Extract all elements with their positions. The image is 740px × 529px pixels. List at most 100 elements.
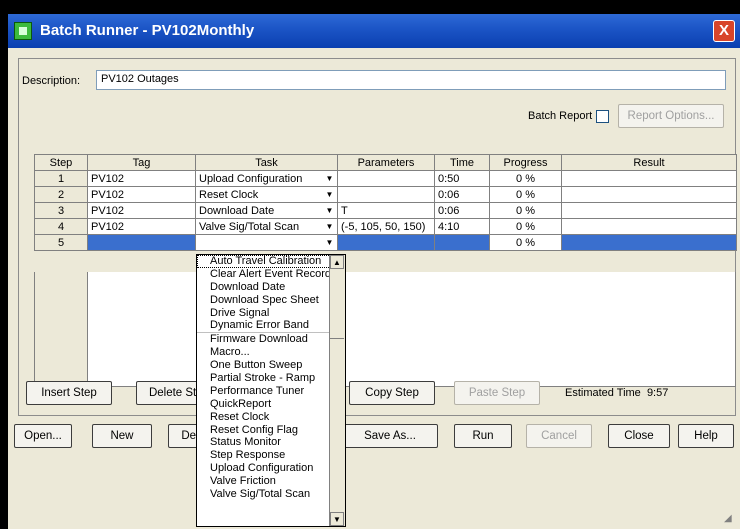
dropdown-arrow-icon[interactable]: ▼: [324, 205, 335, 216]
table-row[interactable]: 2 PV102 Reset Clock ▼ 0:06 0 %: [34, 186, 737, 203]
task-option[interactable]: Firmware Download: [197, 332, 345, 346]
table-row[interactable]: 3 PV102 Download Date ▼ T 0:06 0 %: [34, 202, 737, 219]
tag-cell[interactable]: PV102: [87, 218, 196, 235]
time-cell: 0:06: [434, 186, 490, 203]
table-empty-area[interactable]: [34, 272, 736, 387]
progress-cell: 0 %: [489, 170, 562, 187]
result-cell: [561, 202, 737, 219]
tag-cell[interactable]: PV102: [87, 170, 196, 187]
step-cell: 1: [34, 170, 88, 187]
step-column-filler: [35, 272, 88, 385]
close-window-button[interactable]: X: [713, 20, 735, 42]
parameters-cell[interactable]: T: [337, 202, 435, 219]
scroll-down-icon[interactable]: ▼: [330, 512, 344, 526]
time-cell: 0:06: [434, 202, 490, 219]
table-row-selected[interactable]: 5 ▼ 0 %: [34, 234, 737, 251]
window-title: Batch Runner - PV102Monthly: [40, 22, 255, 39]
column-header-result[interactable]: Result: [561, 154, 737, 171]
task-option[interactable]: Drive Signal: [197, 307, 345, 320]
cancel-button[interactable]: Cancel: [526, 424, 592, 448]
dropdown-arrow-icon[interactable]: ▼: [324, 221, 335, 232]
task-option[interactable]: Reset Config Flag: [197, 424, 345, 437]
task-option[interactable]: Auto Travel Calibration: [197, 255, 345, 268]
task-option[interactable]: Partial Stroke - Ramp: [197, 372, 345, 385]
resize-grip-icon[interactable]: ◢: [724, 513, 736, 525]
task-option[interactable]: Status Monitor: [197, 436, 345, 449]
task-cell[interactable]: Reset Clock ▼: [195, 186, 338, 203]
progress-cell: 0 %: [489, 218, 562, 235]
progress-cell: 0 %: [489, 234, 562, 251]
task-cell[interactable]: Valve Sig/Total Scan ▼: [195, 218, 338, 235]
task-option[interactable]: Valve Friction: [197, 475, 345, 488]
tag-cell[interactable]: PV102: [87, 202, 196, 219]
task-cell[interactable]: Download Date ▼: [195, 202, 338, 219]
dropdown-scrollbar[interactable]: ▲ ▼: [329, 255, 345, 526]
batch-report-checkbox[interactable]: [596, 110, 609, 123]
tag-cell[interactable]: PV102: [87, 186, 196, 203]
dropdown-arrow-icon[interactable]: ▼: [324, 189, 335, 200]
task-option[interactable]: Upload Configuration: [197, 462, 345, 475]
column-header-parameters[interactable]: Parameters: [337, 154, 435, 171]
task-option[interactable]: Step Response: [197, 449, 345, 462]
paste-step-button[interactable]: Paste Step: [454, 381, 540, 405]
step-cell: 4: [34, 218, 88, 235]
parameters-cell[interactable]: [337, 234, 435, 251]
task-dropdown-list[interactable]: Auto Travel Calibration Clear Alert Event…: [196, 254, 346, 527]
time-cell: [434, 234, 490, 251]
run-button[interactable]: Run: [454, 424, 512, 448]
task-option[interactable]: Download Spec Sheet: [197, 294, 345, 307]
batch-report-label: Batch Report: [528, 110, 593, 122]
insert-step-button[interactable]: Insert Step: [26, 381, 112, 405]
task-cell[interactable]: Upload Configuration ▼: [195, 170, 338, 187]
task-cell[interactable]: ▼: [195, 234, 338, 251]
help-button[interactable]: Help: [678, 424, 734, 448]
table-row[interactable]: 1 PV102 Upload Configuration ▼ 0:50 0 %: [34, 170, 737, 187]
step-cell: 3: [34, 202, 88, 219]
report-options-button[interactable]: Report Options...: [618, 104, 724, 128]
estimated-time-value: 9:57: [646, 387, 669, 399]
column-header-step[interactable]: Step: [34, 154, 88, 171]
tag-cell[interactable]: [87, 234, 196, 251]
column-header-progress[interactable]: Progress: [489, 154, 562, 171]
result-cell: [561, 218, 737, 235]
description-field[interactable]: PV102 Outages: [96, 70, 726, 90]
task-option[interactable]: Reset Clock: [197, 411, 345, 424]
parameters-cell[interactable]: [337, 170, 435, 187]
description-label: Description:: [22, 75, 81, 87]
task-option[interactable]: Download Date: [197, 281, 345, 294]
task-option[interactable]: Performance Tuner: [197, 385, 345, 398]
result-cell: [561, 170, 737, 187]
step-cell: 2: [34, 186, 88, 203]
column-header-time[interactable]: Time: [434, 154, 490, 171]
table-row[interactable]: 4 PV102 Valve Sig/Total Scan ▼ (-5, 105, …: [34, 218, 737, 235]
save-as-button[interactable]: Save As...: [342, 424, 438, 448]
app-icon: [14, 22, 32, 40]
scroll-up-icon[interactable]: ▲: [330, 255, 344, 269]
scroll-thumb[interactable]: [330, 338, 344, 345]
task-option[interactable]: Clear Alert Event Record: [197, 268, 345, 281]
parameters-cell[interactable]: [337, 186, 435, 203]
task-value: Reset Clock: [199, 188, 259, 201]
result-cell: [561, 186, 737, 203]
task-option[interactable]: QuickReport: [197, 398, 345, 411]
task-option[interactable]: Dynamic Error Band: [197, 319, 345, 332]
estimated-time-label: Estimated Time 9:57: [565, 387, 668, 399]
new-button[interactable]: New: [92, 424, 152, 448]
copy-step-button[interactable]: Copy Step: [349, 381, 435, 405]
open-button[interactable]: Open...: [14, 424, 72, 448]
steps-table: Step Tag Task Parameters Time Progress R…: [34, 154, 737, 251]
dropdown-arrow-icon[interactable]: ▼: [324, 237, 335, 248]
task-options: Auto Travel Calibration Clear Alert Event…: [197, 255, 345, 501]
close-button[interactable]: Close: [608, 424, 670, 448]
progress-cell: 0 %: [489, 202, 562, 219]
task-option[interactable]: Macro...: [197, 346, 345, 359]
column-header-tag[interactable]: Tag: [87, 154, 196, 171]
column-header-task[interactable]: Task: [195, 154, 338, 171]
title-bar[interactable]: Batch Runner - PV102Monthly X: [8, 14, 740, 48]
task-value: Download Date: [199, 204, 275, 217]
task-option[interactable]: One Button Sweep: [197, 359, 345, 372]
task-value: Upload Configuration: [199, 172, 303, 185]
parameters-cell[interactable]: (-5, 105, 50, 150): [337, 218, 435, 235]
dropdown-arrow-icon[interactable]: ▼: [324, 173, 335, 184]
task-option[interactable]: Valve Sig/Total Scan: [197, 488, 345, 501]
